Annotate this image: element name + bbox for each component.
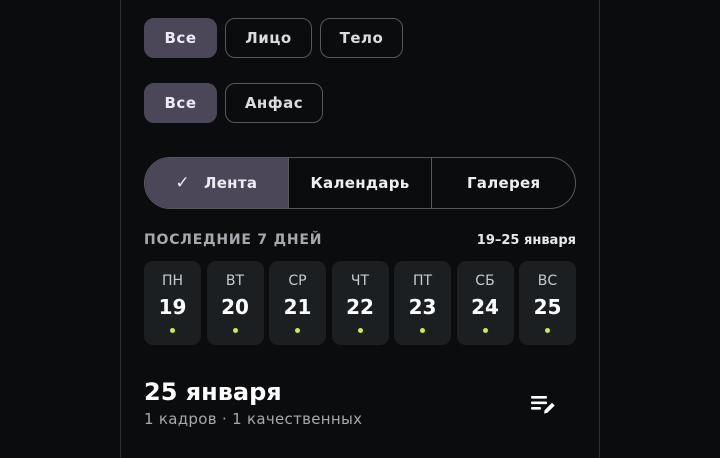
day-of-week: ЧТ bbox=[350, 273, 370, 289]
tab-gallery[interactable]: Галерея bbox=[431, 158, 575, 208]
activity-dot-icon bbox=[232, 328, 238, 333]
day-card-sun[interactable]: ВС 25 bbox=[519, 261, 576, 345]
day-number: 23 bbox=[408, 295, 437, 319]
day-number: 22 bbox=[346, 295, 374, 319]
day-of-week: ПТ bbox=[412, 273, 433, 289]
edit-list-icon bbox=[531, 396, 555, 414]
tab-gallery-label: Галерея bbox=[466, 174, 541, 192]
week-day-strip: ПН 19 ВТ 20 СР 21 ЧТ 22 ПТ 23 СБ 24 ВС 2… bbox=[144, 261, 576, 345]
day-of-week: ВС bbox=[537, 273, 558, 289]
day-card-sat[interactable]: СБ 24 bbox=[456, 261, 514, 345]
activity-dot-icon bbox=[420, 328, 425, 333]
angle-front-button[interactable]: Анфас bbox=[225, 83, 323, 123]
view-segmented-control: ✓ Лента Календарь Галерея bbox=[144, 157, 576, 209]
day-number: 25 bbox=[533, 295, 562, 319]
day-of-week: ПН bbox=[161, 273, 184, 289]
day-of-week: ВТ bbox=[225, 273, 245, 289]
selected-date-title: 25 января bbox=[144, 378, 282, 406]
filter-all-button[interactable]: Все bbox=[144, 18, 217, 58]
filter-face-button[interactable]: Лицо bbox=[225, 18, 312, 58]
tab-feed[interactable]: ✓ Лента bbox=[145, 158, 288, 208]
activity-dot-icon bbox=[357, 328, 363, 333]
edit-list-button[interactable] bbox=[528, 390, 558, 420]
activity-dot-icon bbox=[295, 328, 300, 333]
tab-calendar[interactable]: Календарь bbox=[287, 158, 432, 208]
day-card-fri[interactable]: ПТ 23 bbox=[394, 261, 451, 345]
selected-date-summary: 1 кадров · 1 качественных bbox=[144, 410, 363, 428]
activity-dot-icon bbox=[170, 328, 175, 333]
week-section-title: ПОСЛЕДНИЕ 7 ДНЕЙ bbox=[144, 232, 323, 248]
day-of-week: СР bbox=[288, 273, 307, 289]
day-number: 20 bbox=[221, 295, 249, 319]
filter-body-button[interactable]: Тело bbox=[320, 18, 403, 58]
day-card-tue[interactable]: ВТ 20 bbox=[206, 261, 264, 345]
angle-all-button[interactable]: Все bbox=[144, 83, 217, 123]
day-number: 21 bbox=[283, 295, 312, 319]
day-card-wed[interactable]: СР 21 bbox=[269, 261, 326, 345]
day-of-week: СБ bbox=[475, 273, 495, 289]
week-date-range: 19–25 января bbox=[476, 233, 576, 248]
day-number: 19 bbox=[158, 295, 187, 319]
angle-all-label: Все bbox=[164, 94, 197, 112]
day-number: 24 bbox=[471, 295, 499, 319]
day-card-mon[interactable]: ПН 19 bbox=[144, 261, 201, 345]
tab-calendar-label: Календарь bbox=[310, 174, 410, 192]
filter-body-label: Тело bbox=[339, 29, 384, 47]
filter-all-label: Все bbox=[164, 29, 197, 47]
day-card-thu[interactable]: ЧТ 22 bbox=[331, 261, 389, 345]
tab-feed-label: Лента bbox=[203, 174, 258, 192]
activity-dot-icon bbox=[545, 328, 550, 333]
angle-front-label: Анфас bbox=[244, 94, 304, 112]
filter-face-label: Лицо bbox=[245, 29, 292, 47]
activity-dot-icon bbox=[482, 328, 488, 333]
check-icon: ✓ bbox=[175, 173, 190, 193]
